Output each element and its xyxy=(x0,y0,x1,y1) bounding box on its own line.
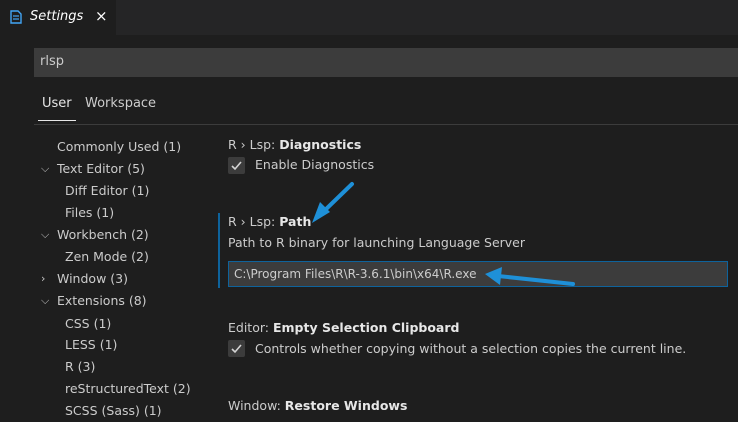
annotation-arrows xyxy=(312,182,575,286)
annotation-arrow xyxy=(312,182,354,223)
annotation-arrow xyxy=(485,267,575,286)
